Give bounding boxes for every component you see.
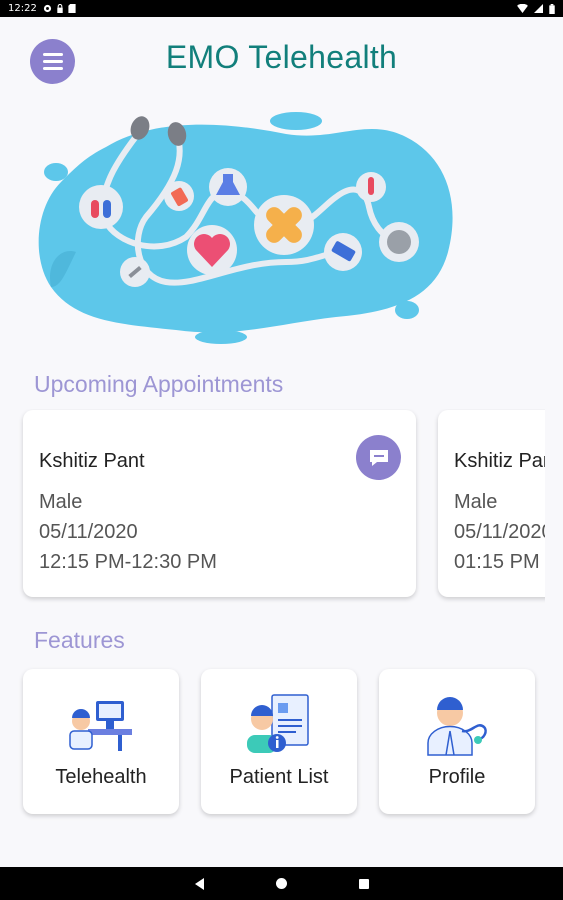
appointments-carousel[interactable]: Kshitiz Pant Male 05/11/2020 12:15 PM-12…: [0, 409, 545, 609]
feature-label: Profile: [428, 766, 486, 788]
lock-icon: [57, 4, 63, 13]
doctor-desk-icon: [69, 701, 132, 751]
appointment-card[interactable]: Kshitiz Pant Male 05/11/2020 01:15 PM: [438, 410, 545, 597]
patient-name: Kshitiz Pant: [454, 450, 545, 472]
chat-button[interactable]: [356, 435, 401, 480]
appointment-card[interactable]: Kshitiz Pant Male 05/11/2020 12:15 PM-12…: [23, 410, 416, 597]
medical-hero-illustration: [38, 112, 453, 344]
patient-gender: Male: [39, 491, 83, 513]
feature-patient-list[interactable]: Patient List: [201, 669, 357, 814]
chat-icon: [369, 449, 388, 466]
patient-list-icon: [247, 694, 309, 753]
status-time: 12:22: [8, 3, 37, 14]
app-title: EMO Telehealth: [165, 39, 398, 75]
appointment-date: 05/11/2020: [454, 521, 545, 543]
features-title: Features: [34, 627, 125, 653]
navigation-bar: [0, 867, 563, 900]
wifi-icon: [517, 4, 528, 13]
status-bar: 12:22: [0, 0, 563, 17]
sd-card-icon: [68, 4, 76, 13]
settings-icon: [43, 4, 51, 13]
recents-icon[interactable]: [358, 878, 369, 889]
back-icon[interactable]: [194, 877, 204, 890]
appointment-time: 12:15 PM-12:30 PM: [39, 551, 217, 573]
signal-icon: [534, 4, 543, 13]
upcoming-appointments-title: Upcoming Appointments: [34, 371, 284, 397]
home-icon[interactable]: [275, 878, 287, 889]
feature-profile[interactable]: Profile: [379, 669, 535, 814]
appointment-date: 05/11/2020: [39, 521, 138, 543]
feature-label: Telehealth: [55, 766, 147, 788]
feature-telehealth[interactable]: Telehealth: [23, 669, 179, 814]
patient-gender: Male: [454, 491, 498, 513]
appointment-time: 01:15 PM: [454, 551, 540, 573]
app-screen: EMO Telehealth Upcoming Appointments Ksh…: [0, 17, 563, 867]
feature-label: Patient List: [229, 766, 329, 788]
doctor-profile-icon: [427, 697, 487, 756]
battery-icon: [549, 3, 555, 14]
